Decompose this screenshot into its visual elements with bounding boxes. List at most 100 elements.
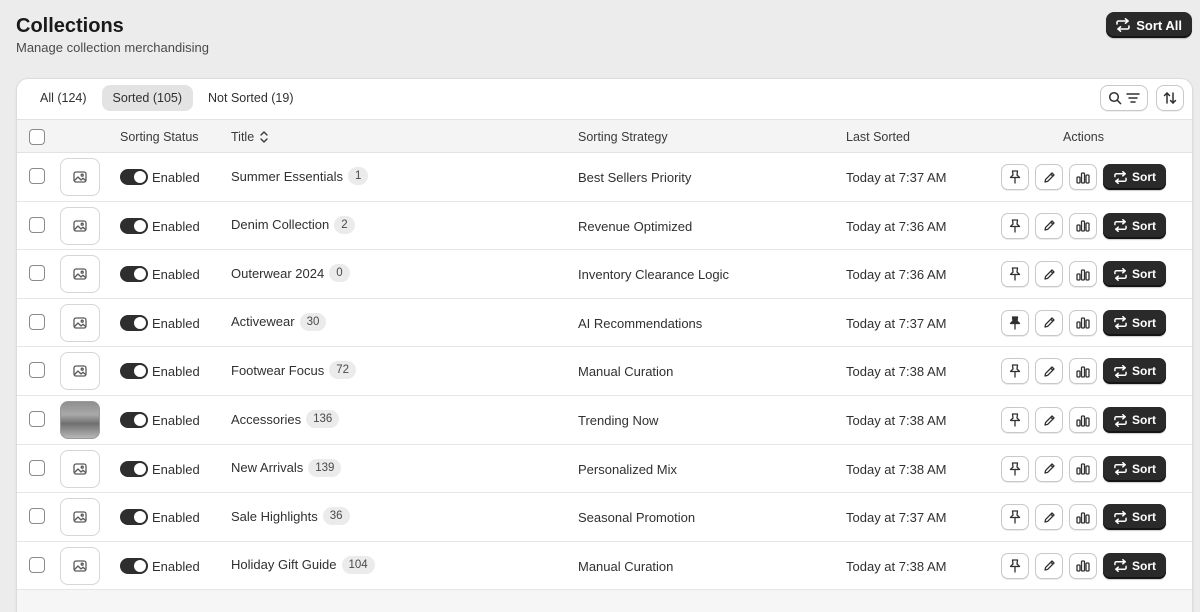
page-subtitle: Manage collection merchandising — [16, 40, 209, 55]
sort-button[interactable]: Sort — [1103, 261, 1166, 288]
pin-button[interactable] — [1001, 212, 1029, 239]
table-row[interactable]: Enabled Denim Collection 2 Revenue Optim… — [17, 202, 1192, 251]
sorting-status-toggle[interactable] — [120, 217, 148, 234]
table-row[interactable]: Enabled Sale Highlights 36 Seasonal Prom… — [17, 493, 1192, 542]
column-sorting-strategy[interactable]: Sorting Strategy — [578, 120, 668, 154]
analytics-button[interactable] — [1069, 407, 1097, 433]
row-checkbox[interactable] — [29, 362, 45, 379]
table-row[interactable]: Enabled Footwear Focus 72 Manual Curatio… — [17, 347, 1192, 396]
analytics-button[interactable] — [1069, 504, 1097, 531]
pencil-icon — [1043, 220, 1055, 231]
edit-button[interactable] — [1035, 164, 1063, 190]
table-row[interactable]: Enabled New Arrivals 139 Personalized Mi… — [17, 445, 1192, 494]
sort-button[interactable]: Sort — [1103, 212, 1166, 239]
row-checkbox[interactable] — [29, 508, 45, 525]
collection-thumbnail — [60, 546, 100, 585]
analytics-button[interactable] — [1069, 261, 1097, 288]
pin-button[interactable] — [1001, 455, 1029, 482]
collection-title[interactable]: Summer Essentials — [231, 169, 343, 184]
edit-button[interactable] — [1035, 261, 1063, 288]
collection-title[interactable]: Footwear Focus — [231, 363, 324, 378]
collection-title[interactable]: Activewear — [231, 314, 295, 329]
row-checkbox[interactable] — [29, 265, 45, 282]
image-placeholder-icon — [73, 365, 87, 378]
pin-button[interactable] — [1001, 407, 1029, 433]
pin-button[interactable] — [1001, 358, 1029, 385]
collection-title[interactable]: Sale Highlights — [231, 509, 318, 524]
pin-button[interactable] — [1001, 309, 1029, 336]
sort-button[interactable]: Sort — [1103, 309, 1166, 336]
sort-order-button[interactable] — [1156, 85, 1184, 111]
analytics-button[interactable] — [1069, 552, 1097, 579]
pin-button[interactable] — [1001, 552, 1029, 579]
analytics-button[interactable] — [1069, 455, 1097, 482]
column-sorting-status[interactable]: Sorting Status — [120, 120, 199, 154]
collection-title[interactable]: New Arrivals — [231, 460, 303, 475]
sort-button[interactable]: Sort — [1103, 552, 1166, 579]
collection-thumbnail — [60, 206, 100, 245]
table-row[interactable]: Enabled Activewear 30 AI Recommendations… — [17, 299, 1192, 348]
pencil-icon — [1043, 171, 1055, 183]
sort-button[interactable]: Sort — [1103, 164, 1166, 190]
sorting-status-toggle[interactable] — [120, 266, 148, 283]
collection-title[interactable]: Denim Collection — [231, 217, 329, 232]
tab-all[interactable]: All (124) — [29, 85, 98, 111]
edit-button[interactable] — [1035, 212, 1063, 239]
sort-arrows-icon — [1114, 462, 1127, 476]
bar-chart-icon — [1076, 366, 1090, 378]
sort-button[interactable]: Sort — [1103, 455, 1166, 482]
edit-button[interactable] — [1035, 358, 1063, 385]
collection-title[interactable]: Accessories — [231, 412, 301, 427]
sort-button[interactable]: Sort — [1103, 407, 1166, 433]
row-checkbox[interactable] — [29, 459, 45, 476]
sorting-status-toggle[interactable] — [120, 314, 148, 331]
sort-all-button[interactable]: Sort All — [1106, 12, 1192, 38]
row-checkbox[interactable] — [29, 313, 45, 330]
edit-button[interactable] — [1035, 407, 1063, 433]
row-checkbox[interactable] — [29, 556, 45, 573]
column-actions: Actions — [1063, 130, 1104, 144]
select-all-checkbox[interactable] — [29, 129, 45, 145]
pin-button[interactable] — [1001, 164, 1029, 190]
edit-button[interactable] — [1035, 504, 1063, 531]
sorting-status-label: Enabled — [152, 510, 200, 526]
analytics-button[interactable] — [1069, 309, 1097, 336]
search-filter-button[interactable] — [1100, 85, 1148, 111]
edit-button[interactable] — [1035, 309, 1063, 336]
collection-title[interactable]: Outerwear 2024 — [231, 266, 324, 281]
sorting-status-toggle[interactable] — [120, 460, 148, 477]
sorting-status-toggle[interactable] — [120, 557, 148, 574]
edit-button[interactable] — [1035, 455, 1063, 482]
sort-order-icon — [1163, 92, 1177, 104]
table-row[interactable]: Enabled Holiday Gift Guide 104 Manual Cu… — [17, 542, 1192, 591]
sorting-status-toggle[interactable] — [120, 363, 148, 380]
sort-button[interactable]: Sort — [1103, 358, 1166, 385]
column-last-sorted[interactable]: Last Sorted — [846, 120, 910, 154]
sort-arrows-icon — [1114, 364, 1127, 378]
sorting-status-toggle[interactable] — [120, 509, 148, 526]
analytics-button[interactable] — [1069, 212, 1097, 239]
sorting-status-toggle[interactable] — [120, 169, 148, 185]
edit-button[interactable] — [1035, 552, 1063, 579]
row-checkbox[interactable] — [29, 168, 45, 184]
collection-thumbnail — [60, 498, 100, 537]
tab-not-sorted[interactable]: Not Sorted (19) — [197, 85, 304, 111]
sort-button[interactable]: Sort — [1103, 504, 1166, 531]
row-checkbox[interactable] — [29, 216, 45, 233]
table-toolbar — [1100, 85, 1184, 111]
sort-chevrons-icon — [260, 131, 268, 143]
tab-sorted[interactable]: Sorted (105) — [101, 85, 194, 111]
sorting-status-toggle[interactable] — [120, 412, 148, 428]
analytics-button[interactable] — [1069, 358, 1097, 385]
analytics-button[interactable] — [1069, 164, 1097, 190]
table-row[interactable]: Enabled Summer Essentials 1 Best Sellers… — [17, 153, 1192, 202]
pin-button[interactable] — [1001, 261, 1029, 288]
column-title[interactable]: Title — [231, 120, 268, 154]
row-actions: Sort — [1001, 455, 1166, 482]
table-row[interactable]: Enabled Accessories 136 Trending Now Tod… — [17, 396, 1192, 445]
collection-title[interactable]: Holiday Gift Guide — [231, 557, 337, 572]
table-row[interactable]: Enabled Outerwear 2024 0 Inventory Clear… — [17, 250, 1192, 299]
row-checkbox[interactable] — [29, 411, 45, 427]
pin-button[interactable] — [1001, 504, 1029, 531]
sort-button-label: Sort — [1132, 510, 1156, 525]
